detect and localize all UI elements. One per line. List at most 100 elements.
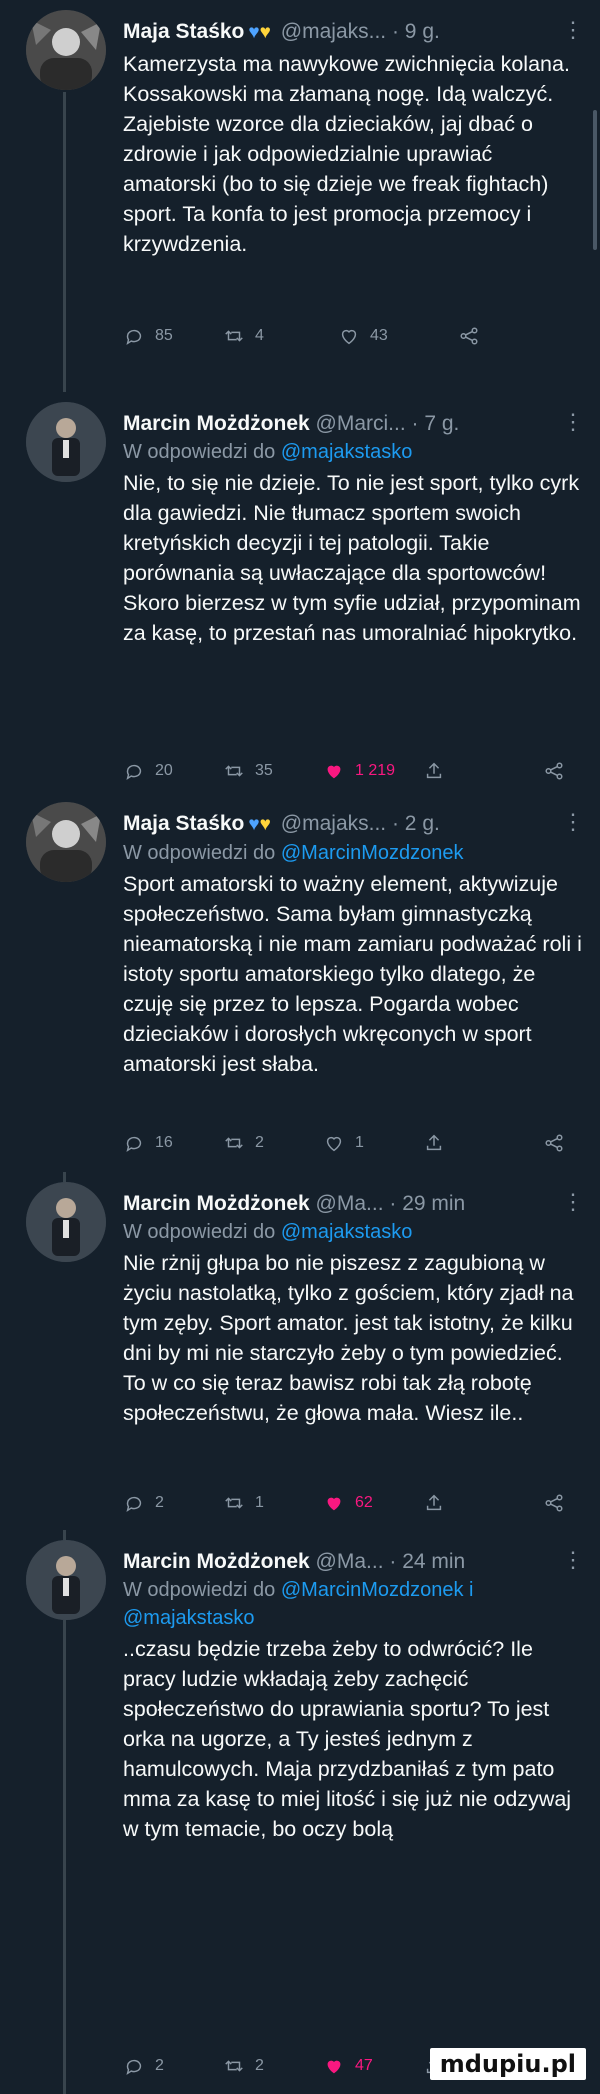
reply-context: W odpowiedzi do @majakstasko (123, 1218, 586, 1246)
tweet[interactable]: Maja Staśko ♥♥ @majaks... · 2 g. ⋮ W odpo… (0, 792, 600, 1172)
tweet-link-button[interactable] (543, 1492, 565, 1514)
reply-to-link[interactable]: @MarcinMozdzonek i (281, 1579, 474, 1601)
retweet-button[interactable]: 4 (223, 325, 264, 347)
retweet-icon (225, 2060, 243, 2072)
retweet-button[interactable]: 2 (223, 2055, 264, 2077)
tweet-header: Marcin Możdżonek @Ma... · 29 min (123, 1190, 586, 1218)
reply-icon (126, 1136, 142, 1152)
like-icon (327, 2060, 341, 2074)
retweet-icon (225, 765, 243, 777)
more-icon[interactable]: ⋮ (562, 18, 584, 42)
reply-button[interactable]: 20 (123, 760, 173, 782)
retweet-button[interactable]: 2 (223, 1132, 264, 1154)
author-name[interactable]: Marcin Możdżonek (123, 1192, 310, 1215)
share-button[interactable] (423, 1492, 445, 1514)
tweet[interactable]: Marcin Możdżonek @Ma... · 29 min ⋮ W odp… (0, 1172, 600, 1530)
like-button[interactable]: 1 (323, 1132, 364, 1154)
hearts-icon: ♥♥ (248, 22, 271, 43)
retweet-button[interactable]: 1 (223, 1492, 264, 1514)
author-handle[interactable]: @Ma... (316, 1192, 384, 1215)
tweet-text: Kamerzysta ma nawykowe zwichnięcia kolan… (123, 52, 570, 256)
reply-prefix: W odpowiedzi do (123, 842, 276, 864)
share-icon (426, 762, 442, 779)
author-handle[interactable]: @Marci... (316, 412, 406, 435)
tweet-time[interactable]: · 9 g. (392, 20, 440, 43)
tweet-time[interactable]: · 2 g. (392, 812, 440, 835)
avatar[interactable] (26, 402, 106, 482)
more-icon[interactable]: ⋮ (562, 810, 584, 834)
reply-count: 20 (155, 762, 173, 779)
tweet-text: ..czasu będzie trzeba żeby to odwrócić? … (123, 1637, 572, 1841)
link-icon (545, 1134, 563, 1152)
reply-icon (126, 329, 142, 345)
reply-count: 2 (155, 1494, 164, 1511)
retweet-count: 2 (255, 1134, 264, 1151)
author-name[interactable]: Marcin Możdżonek (123, 1550, 310, 1573)
tweet-actions: 2 1 62 (123, 1492, 586, 1522)
retweet-button[interactable]: 35 (223, 760, 273, 782)
tweet-text: Nie rżnij głupa bo nie piszesz z zagubio… (123, 1251, 574, 1425)
share-icon (426, 1134, 442, 1151)
reply-icon (126, 764, 142, 780)
tweet-time[interactable]: · 24 min (389, 1550, 465, 1573)
author-name[interactable]: Maja Staśko (123, 20, 244, 43)
reply-to-link[interactable]: @majakstasko (281, 441, 412, 463)
reply-button[interactable]: 2 (123, 2055, 164, 2077)
avatar[interactable] (26, 1540, 106, 1620)
tweet-header: Marcin Możdżonek @Ma... · 24 min (123, 1548, 586, 1576)
like-button[interactable]: 1 219 (323, 760, 395, 782)
reply-to-link[interactable]: @majakstasko (281, 1221, 412, 1243)
link-icon (545, 1494, 563, 1512)
tweet[interactable]: Marcin Możdżonek @Marci... · 7 g. ⋮ W od… (0, 392, 600, 792)
reply-count: 85 (155, 327, 173, 344)
more-icon[interactable]: ⋮ (562, 1548, 584, 1572)
reply-context: W odpowiedzi do @MarcinMozdzonek (123, 839, 586, 867)
reply-to-link[interactable]: @MarcinMozdzonek (281, 842, 464, 864)
tweet-link-button[interactable] (543, 1132, 565, 1154)
share-button[interactable] (423, 1132, 445, 1154)
tweet-header: Marcin Możdżonek @Marci... · 7 g. (123, 410, 586, 438)
reply-prefix: W odpowiedzi do (123, 441, 276, 463)
retweet-icon (225, 1137, 243, 1149)
watermark: mdupiu.pl (429, 2048, 586, 2080)
author-name[interactable]: Maja Staśko (123, 812, 244, 835)
retweet-count: 1 (255, 1494, 264, 1511)
like-count: 1 (355, 1134, 364, 1151)
author-handle[interactable]: @majaks... (281, 20, 386, 43)
reply-button[interactable]: 2 (123, 1492, 164, 1514)
reply-button[interactable]: 16 (123, 1132, 173, 1154)
tweet[interactable]: Marcin Możdżonek @Ma... · 24 min ⋮ W odp… (0, 1530, 600, 2094)
avatar[interactable] (26, 802, 106, 882)
retweet-count: 35 (255, 762, 273, 779)
author-name[interactable]: Marcin Możdżonek (123, 412, 310, 435)
more-icon[interactable]: ⋮ (562, 410, 584, 434)
avatar[interactable] (26, 1182, 106, 1262)
tweet-time[interactable]: · 7 g. (412, 412, 460, 435)
reply-icon (126, 1496, 142, 1512)
like-icon (327, 1497, 341, 1511)
tweet-text: Sport amatorski to ważny element, aktywi… (123, 872, 582, 1076)
like-icon (327, 765, 341, 779)
like-button[interactable]: 62 (323, 1492, 373, 1514)
like-button[interactable]: 43 (338, 325, 388, 347)
reply-context: W odpowiedzi do @majakstasko (123, 438, 586, 466)
reply-prefix: W odpowiedzi do (123, 1221, 276, 1243)
like-count: 1 219 (355, 762, 396, 779)
share-icon (460, 327, 478, 345)
author-handle[interactable]: @majaks... (281, 812, 386, 835)
share-button[interactable] (458, 325, 480, 347)
tweet-header: Maja Staśko ♥♥ @majaks... · 9 g. (123, 18, 586, 47)
reply-to-link-2[interactable]: @majakstasko (123, 1607, 254, 1629)
tweet-header: Maja Staśko ♥♥ @majaks... · 2 g. (123, 810, 586, 839)
reply-button[interactable]: 85 (123, 325, 173, 347)
share-icon (426, 1494, 442, 1511)
tweet[interactable]: Maja Staśko ♥♥ @majaks... · 9 g. ⋮ Kamerz… (0, 0, 600, 392)
share-button[interactable] (423, 760, 445, 782)
tweet-time[interactable]: · 29 min (389, 1192, 465, 1215)
tweet-actions: 85 4 43 (123, 325, 586, 355)
tweet-link-button[interactable] (543, 760, 565, 782)
more-icon[interactable]: ⋮ (562, 1190, 584, 1214)
like-button[interactable]: 47 (323, 2055, 373, 2077)
author-handle[interactable]: @Ma... (316, 1550, 384, 1573)
avatar[interactable] (26, 10, 106, 90)
